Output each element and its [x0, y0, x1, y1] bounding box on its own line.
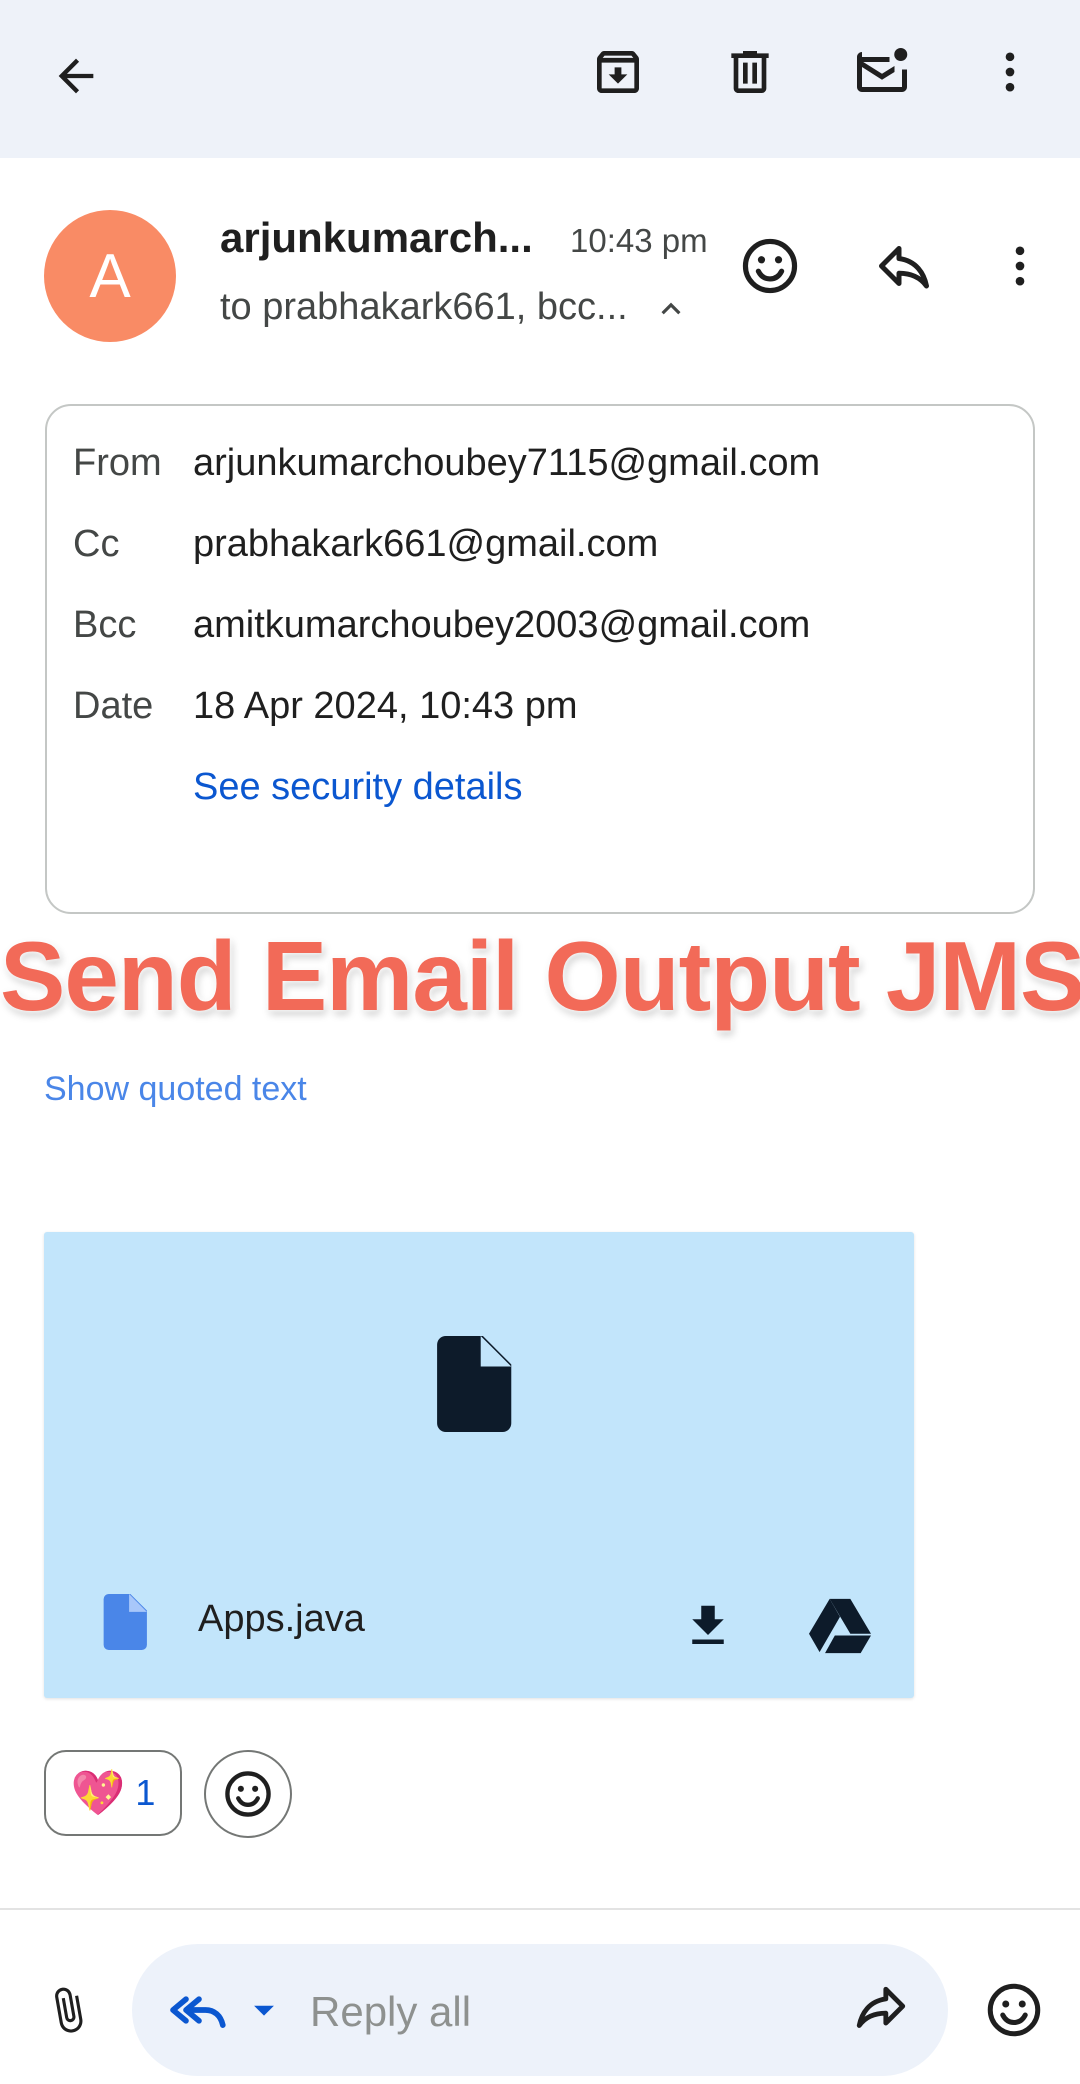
reply-icon[interactable]	[868, 230, 940, 302]
message-details-card: From arjunkumarchoubey7115@gmail.com Cc …	[45, 404, 1035, 914]
trash-icon[interactable]	[714, 36, 786, 108]
security-details-link[interactable]: See security details	[193, 766, 523, 809]
emoji-picker-icon[interactable]	[978, 1974, 1050, 2046]
chevron-up-icon[interactable]	[652, 290, 690, 328]
mark-unread-icon[interactable]	[846, 36, 918, 108]
sender-name[interactable]: arjunkumarch...	[220, 214, 533, 262]
add-reaction-icon[interactable]	[734, 230, 806, 302]
download-icon[interactable]	[674, 1592, 742, 1660]
date-value: 18 Apr 2024, 10:43 pm	[193, 685, 578, 727]
sparkling-heart-icon: 💖	[70, 1769, 126, 1818]
show-quoted-text-link[interactable]: Show quoted text	[44, 1070, 307, 1109]
attachment-filename: Apps.java	[198, 1598, 365, 1640]
from-value[interactable]: arjunkumarchoubey7115@gmail.com	[193, 442, 820, 485]
more-vert-icon[interactable]	[974, 36, 1046, 108]
reply-all-icon[interactable]	[166, 1980, 232, 2040]
avatar-letter: A	[89, 241, 131, 311]
top-toolbar	[0, 0, 1080, 158]
attach-icon[interactable]	[36, 1972, 100, 2048]
recipients-summary[interactable]: to prabhakark661, bcc...	[220, 286, 690, 329]
reaction-chip[interactable]: 💖 1	[44, 1750, 182, 1836]
reaction-count: 1	[135, 1772, 156, 1813]
message-time: 10:43 pm	[570, 222, 708, 259]
date-label: Date	[73, 685, 154, 727]
cc-value[interactable]: prabhakark661@gmail.com	[193, 523, 658, 566]
dropdown-arrow-icon[interactable]	[244, 1990, 284, 2030]
bcc-label: Bcc	[73, 604, 137, 646]
cc-label: Cc	[73, 523, 120, 565]
file-preview-icon	[424, 1336, 520, 1432]
forward-icon[interactable]	[848, 1978, 914, 2044]
avatar[interactable]: A	[44, 210, 176, 342]
drive-icon[interactable]	[804, 1592, 876, 1660]
message-more-icon[interactable]	[984, 230, 1056, 302]
reply-placeholder[interactable]: Reply all	[310, 1988, 471, 2036]
arrow-back-icon[interactable]	[40, 40, 112, 112]
from-label: From	[73, 442, 162, 484]
archive-icon[interactable]	[582, 36, 654, 108]
add-reaction-button[interactable]	[204, 1750, 292, 1838]
attachment-card[interactable]: Apps.java	[44, 1232, 914, 1698]
recipients-text: to prabhakark661, bcc...	[220, 286, 628, 328]
bcc-value[interactable]: amitkumarchoubey2003@gmail.com	[193, 604, 810, 647]
reply-all-box[interactable]: Reply all	[132, 1944, 948, 2076]
bottom-divider	[0, 1908, 1080, 1910]
file-type-icon	[92, 1590, 156, 1654]
overlay-caption: Send Email Output JMS	[0, 921, 1080, 1031]
emoji-icon	[225, 1771, 271, 1817]
